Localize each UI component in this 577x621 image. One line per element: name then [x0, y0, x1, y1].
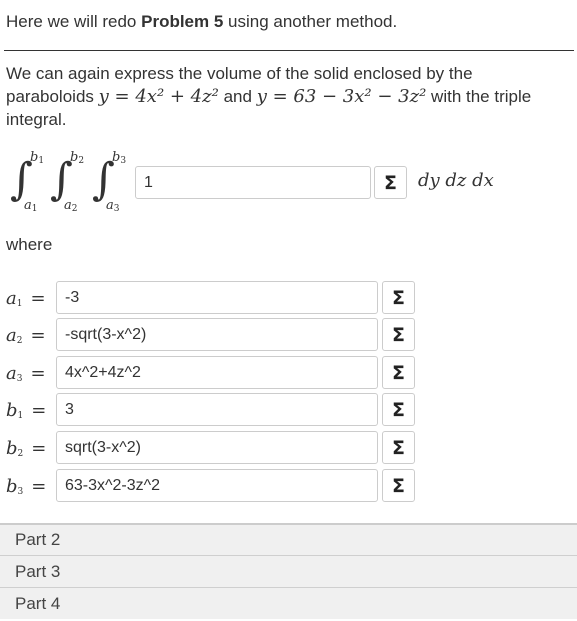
problem-reference: Problem 5 — [141, 12, 224, 31]
a1-input[interactable]: -3 — [56, 281, 378, 314]
b1-label: b1 = — [6, 400, 47, 421]
intro-suffix: using another method. — [223, 12, 398, 31]
divider — [4, 50, 574, 51]
lower-bound: a3 — [106, 198, 120, 214]
equation-2: y = 63 − 3x² − 3z² — [256, 86, 427, 107]
upper-bound: b2 — [70, 150, 85, 166]
a2-label: a2 = — [6, 325, 46, 346]
paragraph-line-1: We can again express the volume of the s… — [6, 64, 473, 83]
intro-prefix: Here we will redo — [6, 12, 142, 31]
b2-label: b2 = — [6, 438, 47, 459]
b3-input[interactable]: 63-3x^2-3z^2 — [56, 469, 378, 502]
upper-bound: b1 — [30, 150, 45, 166]
a2-input[interactable]: -sqrt(3-x^2) — [56, 318, 378, 351]
integrand-input[interactable]: 1 — [135, 166, 371, 199]
and-word: and — [223, 87, 252, 106]
part-3-header[interactable]: Part 3 — [0, 555, 577, 587]
paragraph-line-3: integral. — [6, 110, 67, 129]
where-label: where — [6, 235, 53, 254]
part-2-header[interactable]: Part 2 — [0, 523, 577, 555]
b1-input[interactable]: 3 — [56, 393, 378, 426]
paragraph-tail: with the triple — [431, 87, 532, 106]
lower-bound: a2 — [64, 198, 78, 214]
intro-text: Here we will redo Problem 5 using anothe… — [6, 12, 397, 32]
sigma-icon[interactable]: Σ — [382, 356, 415, 389]
sigma-icon[interactable]: Σ — [382, 393, 415, 426]
upper-bound: b3 — [112, 150, 127, 166]
problem-paragraph: We can again express the volume of the s… — [6, 62, 566, 131]
sigma-icon[interactable]: Σ — [382, 469, 415, 502]
sigma-icon[interactable]: Σ — [374, 166, 407, 199]
b2-input[interactable]: sqrt(3-x^2) — [56, 431, 378, 464]
sigma-icon[interactable]: Σ — [382, 431, 415, 464]
part-4-header[interactable]: Part 4 — [0, 587, 577, 619]
paraboloids-word: paraboloids — [6, 87, 94, 106]
equation-1: y = 4x² + 4z² — [98, 86, 219, 107]
a3-input[interactable]: 4x^2+4z^2 — [56, 356, 378, 389]
lower-bound: a1 — [24, 198, 38, 214]
sigma-icon[interactable]: Σ — [382, 318, 415, 351]
parts-accordion: Part 2 Part 3 Part 4 — [0, 523, 577, 619]
a3-label: a3 = — [6, 363, 46, 384]
differentials: dy dz dx — [418, 170, 494, 191]
sigma-icon[interactable]: Σ — [382, 281, 415, 314]
paragraph-line-2: paraboloids y = 4x² + 4z² and y = 63 − 3… — [6, 85, 566, 108]
a1-label: a1 = — [6, 288, 46, 309]
b3-label: b3 = — [6, 476, 47, 497]
